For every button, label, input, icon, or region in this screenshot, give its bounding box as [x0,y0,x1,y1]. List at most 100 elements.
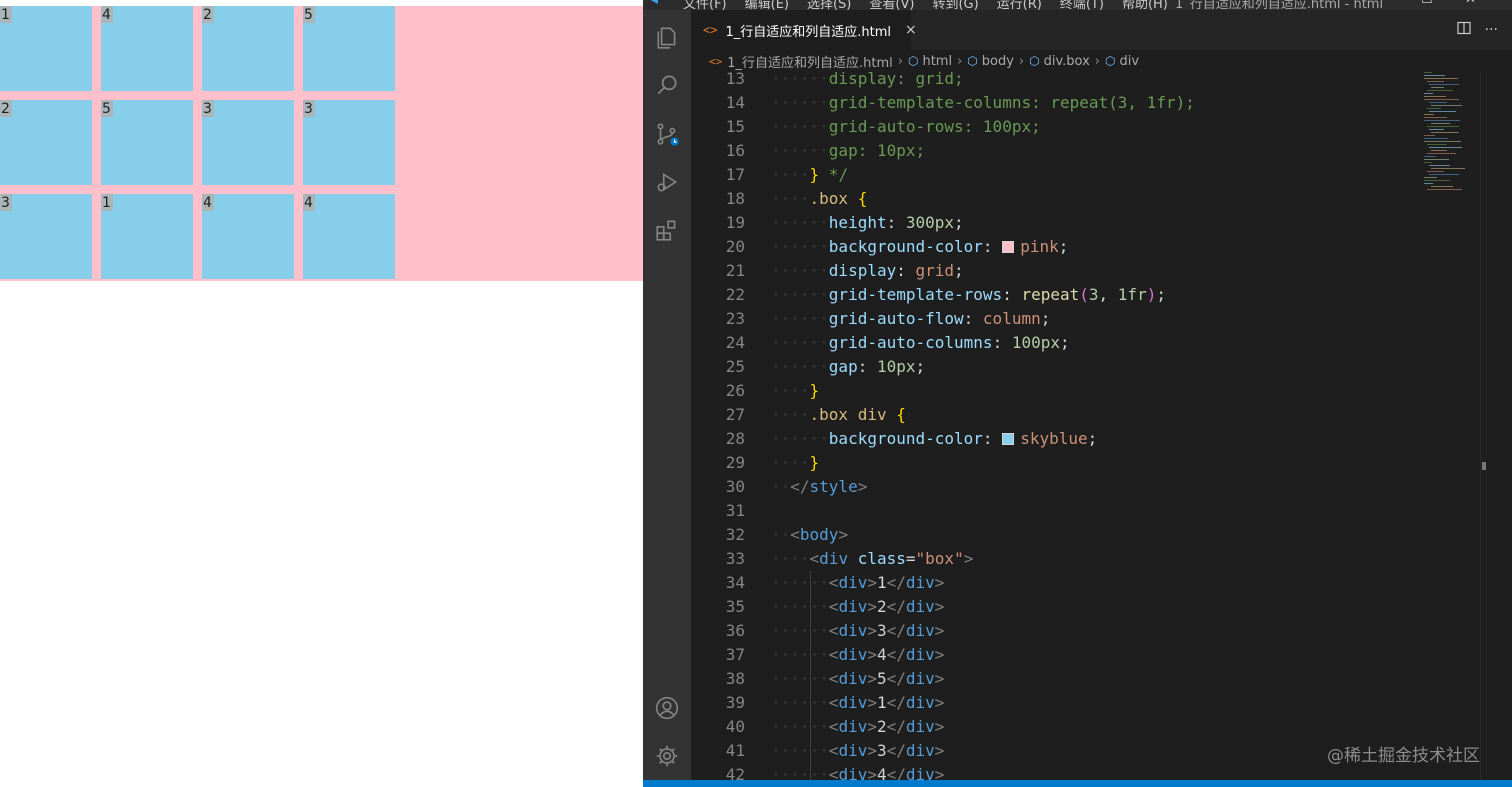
code-token: </ [886,597,906,616]
line-number: 31 [725,501,745,520]
code-token: 10px [876,357,916,376]
code-line: 30 ··</style> [691,475,1421,499]
code-token: 3 [876,621,887,640]
minimap-line [1429,147,1462,148]
code-token: > [934,765,945,780]
minimap-line [1424,78,1458,79]
grid-cell: 4 [101,6,193,91]
code-text: ······grid-template-rows: repeat(3, 1fr)… [771,283,1166,307]
code-token: div [838,573,868,592]
code-text: ··<body> [771,523,848,547]
breadcrumb-item[interactable]: div.box [1044,54,1090,69]
code-token: 1 [876,573,887,592]
minimap-line [1431,150,1447,151]
minimap-line [1431,168,1465,169]
breadcrumb-item[interactable]: body [982,54,1014,69]
code-token: grid [915,261,955,280]
menu-item[interactable]: 转到(G) [932,0,978,10]
split-editor-icon[interactable] [1457,21,1471,39]
accounts-icon[interactable] [643,688,691,728]
grid-cell: 5 [101,100,193,185]
breadcrumb-item[interactable]: html [922,54,952,69]
code-token: : [896,261,916,280]
manage-gear-icon[interactable] [643,736,691,776]
code-text: ······display: grid; [771,72,964,91]
code-token: > [867,573,877,592]
element-cube-icon: ⬡ [967,54,978,68]
line-number: 20 [725,237,745,256]
minimap-line [1424,159,1449,160]
minimap-line [1424,183,1433,184]
minimap-line [1429,102,1447,103]
line-number: 24 [725,333,745,352]
menu-item[interactable]: 文件(F) [683,0,727,10]
grid-cell-label: 1 [101,194,113,211]
breadcrumb-item[interactable]: div [1119,54,1139,69]
code-token: div [838,645,868,664]
code-token: ; [954,261,964,280]
grid-cell-label: 4 [202,194,214,211]
search-icon[interactable] [643,65,691,105]
whitespace-dots: ······ [771,285,829,304]
menu-item[interactable]: 终端(T) [1060,0,1104,10]
menu-item[interactable]: 选择(S) [807,0,851,10]
menu-item[interactable]: 运行(R) [997,0,1042,10]
code-text: ······gap: 10px; [771,139,925,163]
breadcrumb-file[interactable]: 1_行自适应和列自适应.html [727,52,893,71]
code-line: 42 ······<div>4</div> [691,763,1421,780]
code-token: "box" [915,549,964,568]
source-control-icon[interactable] [643,114,691,154]
close-window-icon[interactable]: ✕ [1465,0,1476,7]
grid-cell: 3 [202,100,294,185]
code-token: .box div [809,405,887,424]
code-text: ····<div class="box"> [771,547,973,571]
maximize-icon[interactable]: ☐ [1421,0,1433,7]
minimap-line [1424,162,1432,163]
code-editor[interactable]: 13 ······display: grid; 14 ······grid-templ… [691,72,1512,780]
scrollbar-thumb[interactable] [1482,462,1486,470]
code-token: height [828,213,887,232]
run-debug-icon[interactable] [643,162,691,202]
grid-cell: 3 [303,100,395,185]
extensions-icon[interactable] [643,210,691,250]
minimap-line [1427,90,1453,91]
line-number: 19 [725,213,745,232]
code-token: < [790,525,800,544]
code-token: > [838,525,849,544]
line-number: 34 [725,573,745,592]
code-token: : [857,357,877,376]
code-token: 3 [876,741,887,760]
menu-item[interactable]: 帮助(H) [1122,0,1168,10]
line-number: 28 [725,429,745,448]
tab-close-icon[interactable]: × [905,22,917,38]
code-token: background-color [828,429,983,448]
minimap-line [1424,135,1435,136]
line-number: 17 [725,165,745,184]
line-number: 26 [725,381,745,400]
minimap-line [1424,72,1432,73]
menu-item[interactable]: 查看(V) [869,0,914,10]
code-token: div [838,693,868,712]
minimap[interactable] [1422,72,1478,192]
explorer-icon[interactable] [643,18,691,58]
code-token: </ [790,477,810,496]
code-token: , [1098,285,1118,304]
code-token: pink [1020,237,1059,256]
code-line: 37 ······<div>4</div> [691,643,1421,667]
editor-tab[interactable]: <> 1_行自适应和列自适应.html × [691,10,917,50]
code-token: background-color [828,237,983,256]
tab-actions: ··· [1457,10,1498,50]
line-number: 15 [725,117,745,136]
color-swatch[interactable] [1002,433,1015,445]
code-token: </ [886,645,906,664]
whitespace-dots: ······ [771,72,829,88]
color-swatch[interactable] [1002,241,1015,253]
menu-item[interactable]: 编辑(E) [745,0,789,10]
vertical-scrollbar[interactable] [1480,72,1494,780]
minimap-line [1431,123,1450,124]
more-actions-icon[interactable]: ··· [1485,22,1498,38]
code-token: div [905,573,935,592]
minimap-line [1429,129,1444,130]
